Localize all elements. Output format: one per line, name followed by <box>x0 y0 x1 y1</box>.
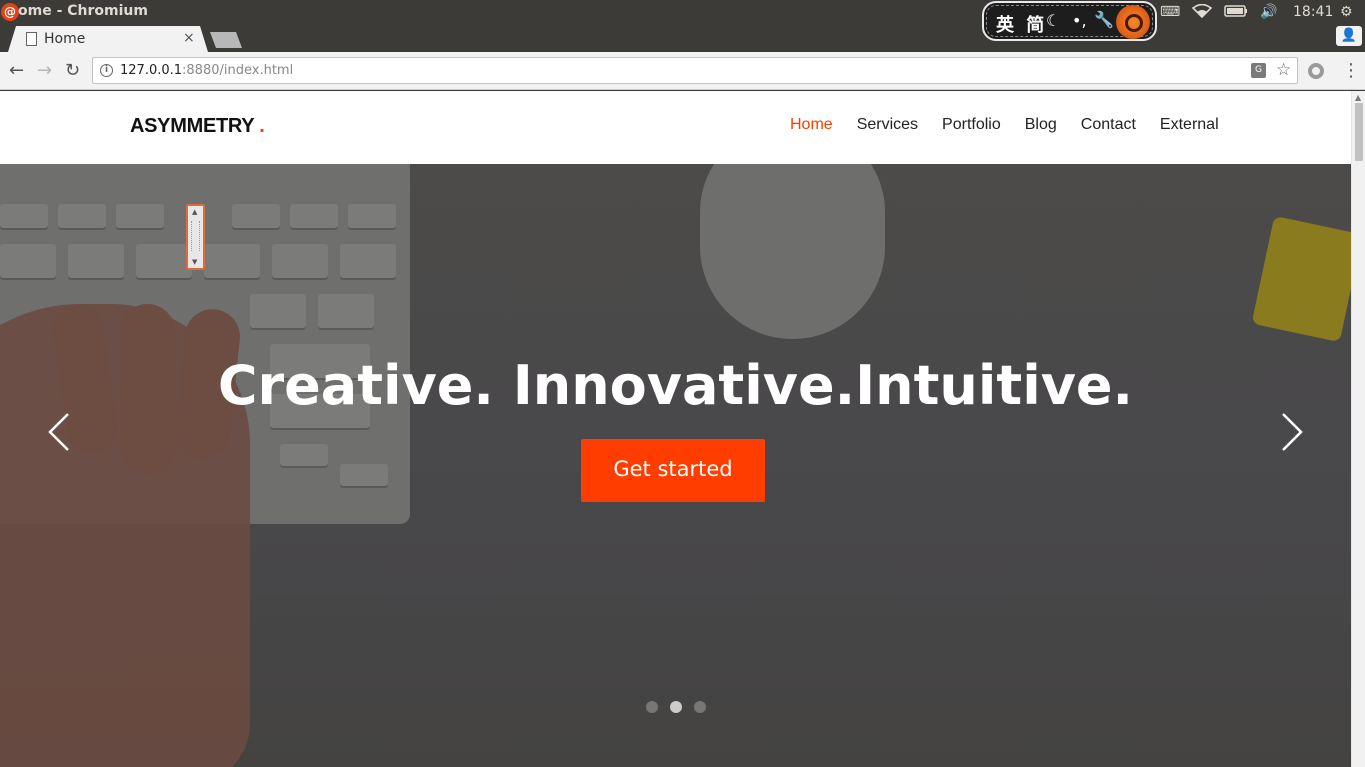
wrench-icon[interactable]: 🔧 <box>1094 10 1114 29</box>
hero-carousel: ▲ ▼ Creative. Innovative.Intuitive. Get … <box>0 164 1351 767</box>
bookmark-star-icon[interactable]: ☆ <box>1276 60 1291 80</box>
scroll-down-arrow-icon[interactable]: ▼ <box>192 258 197 266</box>
page-icon <box>26 32 37 46</box>
mouse-image <box>700 164 885 339</box>
gear-icon[interactable]: ⚙ <box>1340 4 1353 20</box>
browser-toolbar: ← → ↻ i 127.0.0.1:8880/index.html G ☆ ⋮ <box>0 52 1365 90</box>
forward-arrow-icon[interactable]: → <box>37 60 52 81</box>
extension-icon[interactable] <box>1308 63 1324 79</box>
wifi-icon[interactable] <box>1191 3 1213 22</box>
carousel-indicators <box>646 701 706 713</box>
close-tab-icon[interactable]: × <box>183 30 195 46</box>
hero-title: Creative. Innovative.Intuitive. <box>217 354 1134 417</box>
profile-icon[interactable]: 👤 <box>1336 26 1362 46</box>
nav-portfolio[interactable]: Portfolio <box>942 116 1001 134</box>
translate-icon[interactable]: G <box>1251 63 1266 78</box>
nav-contact[interactable]: Contact <box>1081 116 1136 134</box>
battery-icon[interactable] <box>1224 4 1248 22</box>
new-tab-button[interactable] <box>210 32 242 48</box>
punctuation-icon[interactable]: •, <box>1072 11 1087 30</box>
scrollbar-thumb[interactable] <box>1355 103 1363 161</box>
carousel-dot-active[interactable] <box>670 701 682 713</box>
carousel-dot[interactable] <box>646 701 658 713</box>
page-viewport: ASYMMETRY . Home Services Portfolio Blog… <box>0 91 1351 767</box>
volume-icon[interactable]: 🔊 <box>1260 4 1277 20</box>
ubuntu-logo-icon[interactable] <box>1116 5 1150 39</box>
embedded-scrollbar[interactable]: ▲ ▼ <box>186 204 205 270</box>
tab-strip: Home × 👤 <box>0 24 1365 52</box>
menu-dots-icon[interactable]: ⋮ <box>1342 60 1360 81</box>
app-logo-icon[interactable]: @ <box>1 3 19 21</box>
window-title: ome - Chromium <box>18 3 148 19</box>
os-top-bar: @ ome - Chromium 英 简 ☾ •, 🔧 ⌨ 🔊 18:41 ⚙ <box>0 0 1365 41</box>
reload-icon[interactable]: ↻ <box>65 60 80 81</box>
url-text[interactable]: 127.0.0.1:8880/index.html <box>120 63 293 78</box>
get-started-button[interactable]: Get started <box>581 439 765 502</box>
page-scrollbar[interactable]: ▲ <box>1351 91 1365 767</box>
nav-blog[interactable]: Blog <box>1025 116 1057 134</box>
back-arrow-icon[interactable]: ← <box>9 60 24 81</box>
main-nav: Home Services Portfolio Blog Contact Ext… <box>790 116 1243 134</box>
address-bar[interactable]: i 127.0.0.1:8880/index.html G ☆ <box>92 57 1298 84</box>
input-method-panel[interactable]: 英 简 ☾ •, 🔧 <box>982 1 1157 41</box>
watch-buckle-image <box>1251 215 1351 343</box>
keyboard-icon[interactable]: ⌨ <box>1160 4 1180 20</box>
site-header: ASYMMETRY . Home Services Portfolio Blog… <box>0 91 1351 164</box>
nav-external[interactable]: External <box>1160 116 1219 134</box>
scroll-up-arrow-icon[interactable]: ▲ <box>192 208 197 216</box>
moon-icon[interactable]: ☾ <box>1046 11 1060 30</box>
info-icon[interactable]: i <box>100 64 113 77</box>
carousel-next-icon[interactable] <box>1279 410 1305 465</box>
scroll-up-arrow-icon[interactable]: ▲ <box>1355 93 1361 102</box>
tab-home[interactable]: Home × <box>8 26 208 52</box>
carousel-dot[interactable] <box>694 701 706 713</box>
ime-mode-label[interactable]: 英 简 <box>996 11 1047 37</box>
clock[interactable]: 18:41 <box>1293 4 1333 20</box>
nav-home[interactable]: Home <box>790 116 833 134</box>
nav-services[interactable]: Services <box>857 116 918 134</box>
carousel-prev-icon[interactable] <box>46 410 72 465</box>
site-logo[interactable]: ASYMMETRY . <box>130 115 265 138</box>
tab-title: Home <box>44 31 86 47</box>
